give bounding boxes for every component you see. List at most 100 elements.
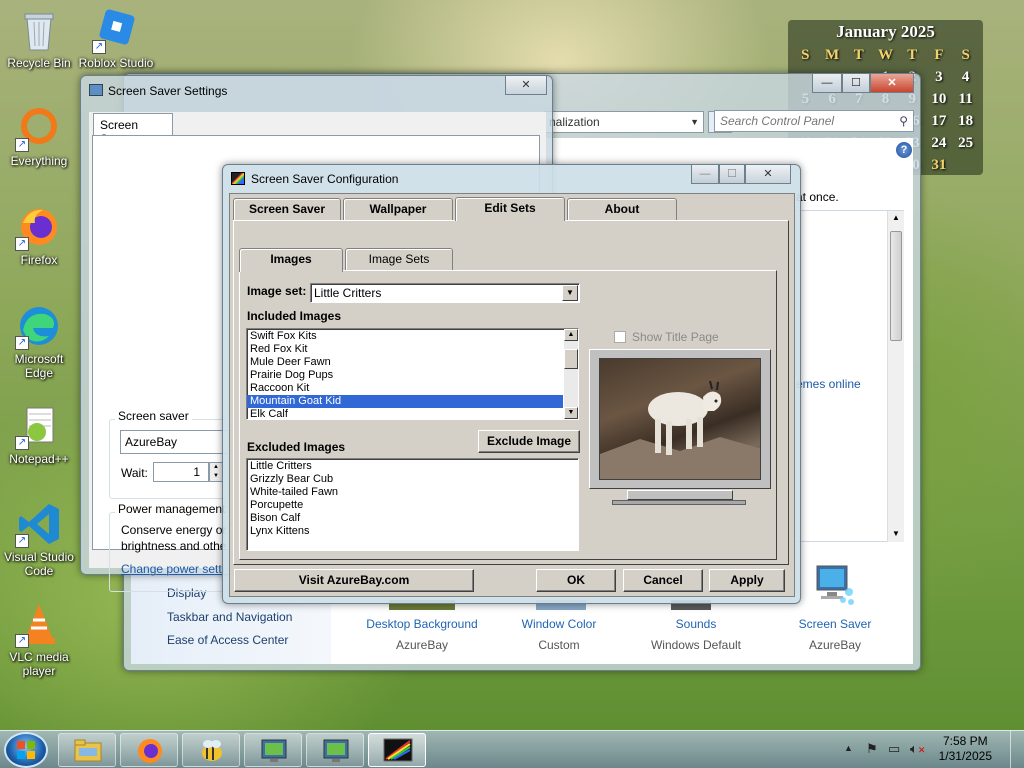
scroll-up-arrow[interactable]: ▲ <box>892 213 900 222</box>
cancel-button[interactable]: Cancel <box>623 569 703 592</box>
exclude-image-button[interactable]: Exclude Image <box>478 430 580 453</box>
screen-saver-configuration-window[interactable]: Screen Saver Configuration — ☐ ✕ Screen … <box>222 164 801 604</box>
power-group-label: Power management <box>115 502 229 516</box>
calendar-day[interactable]: 24 <box>926 132 953 154</box>
get-themes-online-link[interactable]: emes online <box>796 377 861 391</box>
subtab-images[interactable]: Images <box>239 248 343 272</box>
tab-wallpaper[interactable]: Wallpaper <box>343 198 453 220</box>
close-button[interactable]: ✕ <box>505 76 547 95</box>
calendar-dow: T <box>907 47 918 63</box>
chevron-down-icon[interactable]: ▼ <box>690 112 699 132</box>
ok-button[interactable]: OK <box>536 569 616 592</box>
themes-scrollbar[interactable]: ▲ ▼ <box>887 211 904 542</box>
visit-azurebay-button[interactable]: Visit AzureBay.com <box>234 569 474 592</box>
taskbar-bee-app[interactable] <box>182 733 240 767</box>
left-link-taskbar[interactable]: Taskbar and Navigation <box>167 610 292 624</box>
scroll-down-arrow[interactable]: ▼ <box>892 529 900 538</box>
flag-icon[interactable]: ⚑ <box>866 741 878 757</box>
maximize-button[interactable]: ☐ <box>719 165 745 184</box>
list-item[interactable]: Elk Calf <box>247 408 563 419</box>
minimize-button[interactable]: — <box>691 165 719 184</box>
taskbar-firefox[interactable] <box>120 733 178 767</box>
apply-button[interactable]: Apply <box>709 569 785 592</box>
screen-saver-icon[interactable] <box>813 562 857 611</box>
list-item[interactable]: Little Critters <box>247 460 578 473</box>
desktop-icon-vlc[interactable]: ↗ VLC media player <box>1 600 77 678</box>
wait-spinner[interactable]: ▲ ▼ <box>209 462 223 482</box>
calendar-day[interactable]: 10 <box>926 88 953 110</box>
change-power-settings-link[interactable]: Change power setti <box>121 562 224 576</box>
included-images-list[interactable]: Swift Fox Kits Red Fox Kit Mule Deer Fawn P… <box>246 328 579 420</box>
list-item[interactable]: Porcupette <box>247 499 578 512</box>
search-placeholder: Search Control Panel <box>720 114 835 128</box>
calendar-day[interactable]: 3 <box>926 66 953 88</box>
scroll-thumb[interactable] <box>890 231 902 341</box>
desktop-icon-notepadpp[interactable]: ↗ Notepad++ <box>1 402 77 466</box>
list-item[interactable]: White-tailed Fawn <box>247 486 578 499</box>
calendar-day[interactable]: 18 <box>952 110 979 132</box>
tab-screen-saver[interactable]: Screen Saver <box>233 198 341 220</box>
start-button[interactable] <box>4 732 48 768</box>
list-item[interactable]: Red Fox Kit <box>247 343 563 356</box>
window-color-link[interactable]: Window Color <box>499 617 619 631</box>
taskbar-screen-saver-settings[interactable] <box>306 733 364 767</box>
taskbar-clock[interactable]: 7:58 PM 1/31/2025 <box>939 734 992 764</box>
close-button[interactable]: ✕ <box>870 74 914 93</box>
scroll-up-arrow[interactable]: ▲ <box>564 329 578 341</box>
network-icon[interactable]: ▭ <box>888 741 900 757</box>
left-link-ease-of-access[interactable]: Ease of Access Center <box>167 633 288 647</box>
show-hidden-icons-button[interactable]: ▲ <box>844 743 853 753</box>
list-item[interactable]: Prairie Dog Pups <box>247 369 563 382</box>
calendar-day[interactable]: 25 <box>952 132 979 154</box>
list-item[interactable]: Mountain Goat Kid <box>247 395 563 408</box>
calendar-day[interactable]: 31 <box>926 154 953 176</box>
sounds-link[interactable]: Sounds <box>636 617 756 631</box>
volume-muted-icon[interactable]: 🔈︎✕ <box>910 741 925 757</box>
taskbar-screen-saver-configuration[interactable] <box>368 733 426 767</box>
address-bar[interactable]: nalization ▼ <box>544 111 704 133</box>
list-item[interactable]: Grizzly Bear Cub <box>247 473 578 486</box>
scroll-down-arrow[interactable]: ▼ <box>564 407 578 419</box>
list-item[interactable]: Bison Calf <box>247 512 578 525</box>
taskbar-control-panel[interactable] <box>244 733 302 767</box>
desktop-icon-vscode[interactable]: ↗ Visual Studio Code <box>1 500 77 578</box>
screen-saver-link[interactable]: Screen Saver <box>775 617 895 631</box>
list-item[interactable]: Mule Deer Fawn <box>247 356 563 369</box>
image-set-select[interactable]: Little Critters ▼ <box>310 283 580 303</box>
show-title-page-checkbox[interactable] <box>614 331 626 343</box>
tab-screen-saver[interactable]: Screen Saver <box>93 113 173 146</box>
show-desktop-button[interactable] <box>1010 731 1024 768</box>
included-scrollbar[interactable]: ▲ ▼ <box>564 329 578 419</box>
list-item[interactable]: Swift Fox Kits <box>247 330 563 343</box>
tab-about[interactable]: About <box>567 198 677 220</box>
preview-monitor-base <box>612 500 746 505</box>
desktop-icon-recycle-bin[interactable]: Recycle Bin <box>1 6 77 70</box>
taskbar-file-explorer[interactable] <box>58 733 116 767</box>
calendar-day[interactable]: 4 <box>952 66 979 88</box>
screen-saver-value: AzureBay <box>808 638 862 652</box>
window-color-value: Custom <box>538 638 580 652</box>
search-icon[interactable]: ⚲ <box>899 111 908 131</box>
calendar-day[interactable]: 11 <box>952 88 979 110</box>
scroll-thumb[interactable] <box>564 349 578 369</box>
maximize-button[interactable]: ☐ <box>842 74 870 93</box>
chevron-down-icon[interactable]: ▼ <box>562 285 578 301</box>
calendar-day[interactable]: 17 <box>926 110 953 132</box>
desktop-icon-edge[interactable]: ↗ Microsoft Edge <box>1 302 77 380</box>
roblox-studio-icon: ↗ <box>92 6 140 54</box>
desktop-icon-roblox-studio[interactable]: ↗ Roblox Studio <box>78 6 154 70</box>
taskbar: ▲ ⚑ ▭ 🔈︎✕ 7:58 PM 1/31/2025 <box>0 730 1024 768</box>
tab-edit-sets[interactable]: Edit Sets <box>455 197 565 221</box>
list-item[interactable]: Raccoon Kit <box>247 382 563 395</box>
desktop-icon-everything[interactable]: ↗ Everything <box>1 104 77 168</box>
search-input[interactable]: Search Control Panel ⚲ <box>714 110 914 132</box>
excluded-images-list[interactable]: Little Critters Grizzly Bear Cub White-tai… <box>246 458 579 551</box>
subtab-image-sets[interactable]: Image Sets <box>345 248 453 270</box>
desktop-background-link[interactable]: Desktop Background <box>362 617 482 631</box>
wait-input[interactable]: 1 <box>153 462 209 482</box>
desktop-icon-firefox[interactable]: ↗ Firefox <box>1 203 77 267</box>
close-button[interactable]: ✕ <box>745 165 791 184</box>
minimize-button[interactable]: — <box>812 74 842 93</box>
list-item[interactable]: Lynx Kittens <box>247 525 578 538</box>
help-icon[interactable]: ? <box>896 142 912 158</box>
